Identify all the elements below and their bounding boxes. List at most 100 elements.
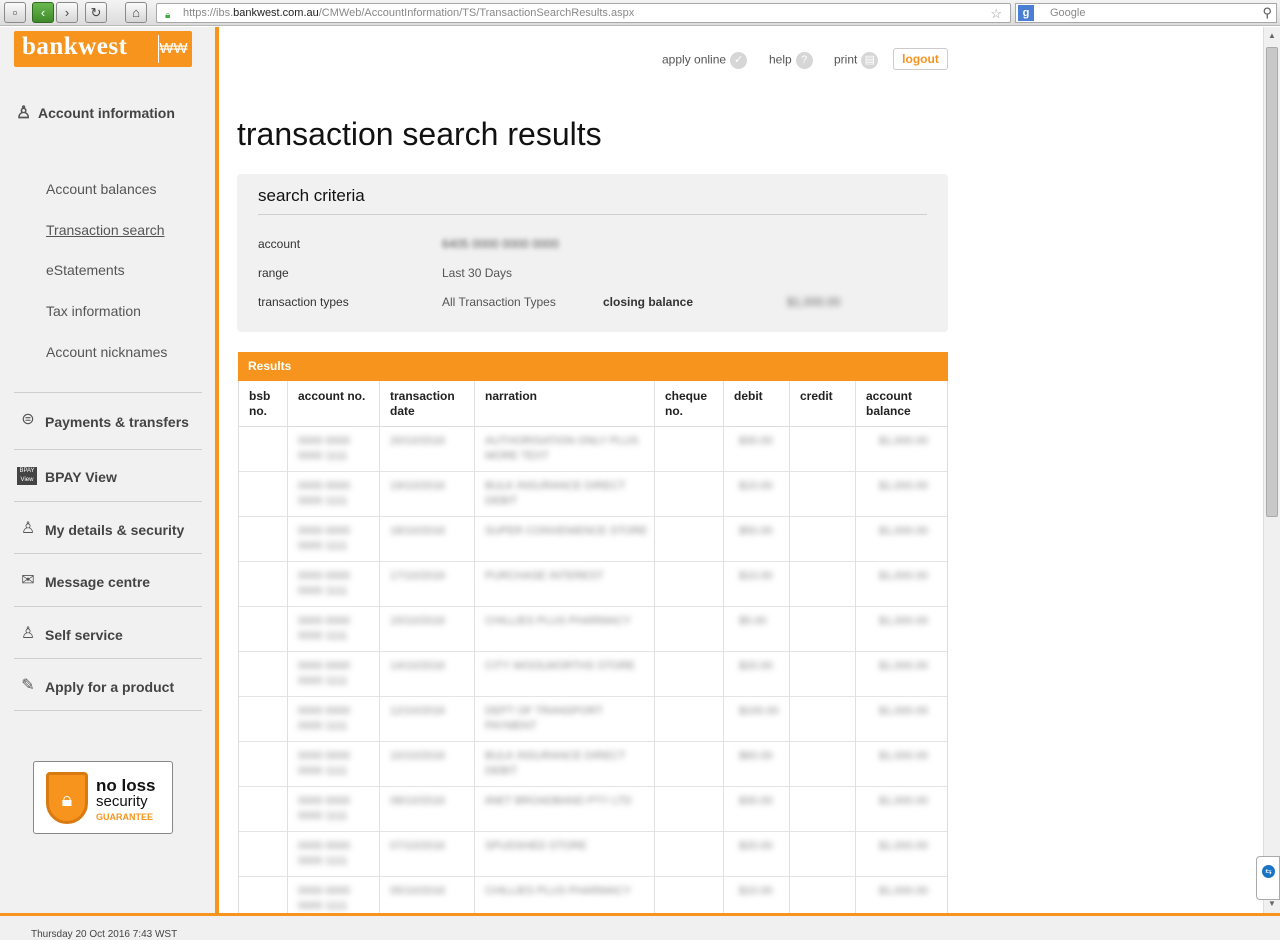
person-dollar-icon: ♙ [16,103,32,122]
cell-debit: $50.00 [739,525,773,537]
cell-account-balance: $1,000.00 [879,885,928,897]
url-host: bankwest.com.au [233,7,319,19]
cell-debit: $10.00 [739,570,773,582]
person-icon: ♙ [20,520,36,537]
person-gear-icon: ♙ [20,625,36,642]
sidebar-item-label: BPAY View [45,469,117,485]
sidebar-item-my-details[interactable]: ♙ My details & security [14,501,202,553]
print-link[interactable]: print ▤ [834,52,879,69]
cell-transaction-date: 14/10/2016 [390,660,446,672]
cell-narration: AUTHORISATION ONLY PLUS MORE TEXT [485,435,639,462]
sidebar-item-self-service[interactable]: ♙ Self service [14,606,202,658]
col-divider [654,381,655,913]
col-narration[interactable]: narration [485,389,537,404]
check-icon: ✓ [730,52,748,69]
results-header: Results [238,352,948,381]
sidebar-item-bpay-view[interactable]: BPAY View BPAY View [14,449,202,501]
teamviewer-icon: ⇆ [1262,865,1275,878]
cell-account-no: 0000 0000 0000 1111 [298,795,350,822]
cell-account-balance: $1,000.00 [879,795,928,807]
subnav-tax-information[interactable]: Tax information [46,303,141,319]
cell-account-no: 0000 0000 0000 1111 [298,525,350,552]
logout-button[interactable]: logout [893,48,948,70]
subnav-estatements[interactable]: eStatements [46,262,125,278]
window-icon[interactable]: ▫ [4,2,26,23]
cell-account-no: 0000 0000 0000 1111 [298,885,350,912]
page-title: transaction search results [237,116,602,152]
browser-toolbar: ▫ ‹ › ↻ ⌂ 🔒︎ https://ibs.bankwest.com.au… [0,0,1280,26]
cell-transaction-date: 10/10/2016 [390,750,446,762]
cell-account-no: 0000 0000 0000 1111 [298,615,350,642]
cell-debit: $20.00 [739,840,773,852]
col-cheque-no[interactable]: cheque no. [665,389,720,419]
cell-narration: CITY WOOLWORTHS STORE [485,660,636,672]
address-bar[interactable]: 🔒︎ https://ibs.bankwest.com.au/CMWeb/Acc… [156,3,1011,23]
scroll-thumb[interactable] [1266,47,1278,517]
help-link[interactable]: help? [769,52,813,69]
cell-account-balance: $1,000.00 [879,750,928,762]
col-divider [789,381,790,913]
cell-narration: CHILLIES PLUS PHARMACY [485,885,632,897]
subnav-transaction-search[interactable]: Transaction search [46,222,165,238]
cell-account-balance: $1,000.00 [879,705,928,717]
table-row: 0000 0000 0000 1111 20/10/2016 AUTHORISATI… [239,427,947,472]
col-bsb[interactable]: bsb no. [249,389,279,419]
cell-narration: CHILLIES PLUS PHARMACY [485,615,632,627]
cell-account-no: 0000 0000 0000 1111 [298,750,350,777]
cell-debit: $30.00 [739,795,773,807]
account-information-header[interactable]: ♙ Account information [16,103,175,123]
sidebar-item-label: Payments & transfers [45,414,189,430]
search-box[interactable]: g Google ⚲ [1015,3,1277,23]
url-prefix: https://ibs. [183,7,234,19]
padlock-shield-icon: 🔒︎ [46,772,88,824]
sidebar-item-apply-product[interactable]: ✎ Apply for a product [14,658,202,711]
cell-account-balance: $1,000.00 [879,525,928,537]
sidebar-divider [215,27,219,913]
apply-online-link[interactable]: apply online ✓ [662,52,748,69]
col-debit[interactable]: debit [734,389,763,404]
table-row: 0000 0000 0000 1111 18/10/2016 SUPER CONVE… [239,517,947,562]
home-icon[interactable]: ⌂ [125,2,147,23]
subnav-account-balances[interactable]: Account balances [46,181,157,197]
table-row: 0000 0000 0000 1111 14/10/2016 CITY WOOLWO… [239,652,947,697]
cell-narration: BULK INSURANCE DIRECT DEBIT [485,750,626,777]
cell-debit: $10.00 [739,480,773,492]
col-account-no[interactable]: account no. [298,389,365,404]
bankwest-logo[interactable]: bankwest ₩₩ [14,31,192,67]
cell-account-no: 0000 0000 0000 1111 [298,840,350,867]
reload-icon[interactable]: ↻ [85,2,107,23]
page-scrollbar[interactable]: ▲ ▼ [1263,27,1280,913]
col-credit[interactable]: credit [800,389,833,404]
bpay-view-icon: BPAY View [17,467,37,485]
table-row: 0000 0000 0000 1111 08/10/2016 iiNET BROAD… [239,787,947,832]
sidebar-item-payments[interactable]: ⊜ Payments & transfers [14,392,202,444]
col-account-balance[interactable]: account balance [866,389,936,419]
cell-account-balance: $1,000.00 [879,660,928,672]
teamviewer-tab[interactable]: ⇆ [1256,856,1280,900]
cell-transaction-date: 08/10/2016 [390,795,446,807]
envelope-icon: ✉ [21,572,35,589]
sidebar-item-label: Message centre [45,574,151,590]
table-row: 0000 0000 0000 1111 17/10/2016 PURCHASE IN… [239,562,947,607]
no-loss-guarantee-badge[interactable]: 🔒︎ no loss security GUARANTEE [33,761,173,834]
sidebar-item-message-centre[interactable]: ✉ Message centre [14,553,202,605]
cell-narration: PURCHASE INTEREST [485,570,604,582]
col-divider [723,381,724,913]
cell-narration: BULK INSURANCE DIRECT DEBIT [485,480,626,507]
subnav-account-nicknames[interactable]: Account nicknames [46,344,167,360]
dollar-arrows-icon: ⊜ [21,411,35,428]
star-icon[interactable]: ☆ [990,5,1002,23]
cell-transaction-date: 18/10/2016 [390,525,446,537]
logo-text: bankwest [22,33,128,60]
search-icon[interactable]: ⚲ [1262,4,1272,22]
table-body: 0000 0000 0000 1111 20/10/2016 AUTHORISATI… [239,427,947,922]
status-timestamp: Thursday 20 Oct 2016 7:43 WST [31,929,178,940]
print-label: print [834,52,858,67]
forward-icon[interactable]: › [56,2,78,23]
col-transaction-date[interactable]: transaction date [390,389,470,419]
apply-online-label: apply online [662,52,727,67]
back-icon[interactable]: ‹ [32,2,54,23]
closing-balance-value: $1,000.00 [787,295,841,309]
scroll-up-icon[interactable]: ▲ [1266,29,1278,43]
form-pen-icon: ✎ [21,677,35,694]
